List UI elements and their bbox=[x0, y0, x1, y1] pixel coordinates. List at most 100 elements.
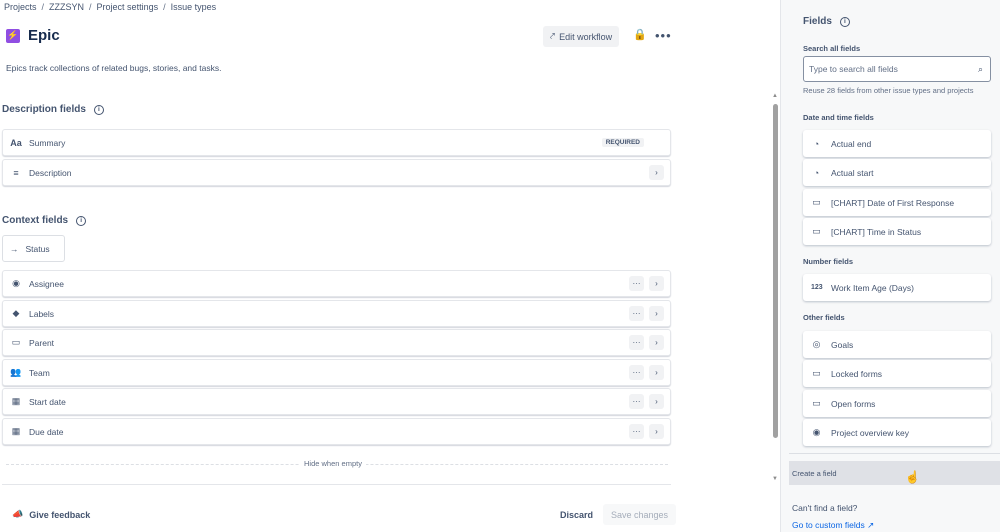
person-icon: ◉ bbox=[12, 278, 20, 288]
more-icon[interactable]: ··· bbox=[629, 276, 644, 291]
more-actions-icon[interactable]: ••• bbox=[655, 28, 672, 43]
panel-field-work-item-age[interactable]: 123 Work Item Age (Days) bbox=[803, 274, 991, 301]
field-row-assignee[interactable]: ◉ Assignee ··· › bbox=[2, 270, 671, 297]
search-icon: ⌕ bbox=[977, 64, 983, 74]
field-row-start-date[interactable]: ▦ Start date ··· › bbox=[2, 388, 671, 415]
discard-button[interactable]: Discard bbox=[560, 510, 593, 520]
reuse-hint: Reuse 28 fields from other issue types a… bbox=[803, 86, 974, 95]
more-icon[interactable]: ··· bbox=[629, 424, 644, 439]
more-icon[interactable]: ··· bbox=[629, 335, 644, 350]
field-icon: ▭ bbox=[11, 337, 21, 347]
page-title: Epic bbox=[28, 27, 60, 44]
panel-field-label: Locked forms bbox=[831, 368, 883, 379]
edit-workflow-button[interactable]: ⤤ Edit workflow bbox=[543, 26, 620, 47]
field-row-description[interactable]: ≡ Description › bbox=[2, 159, 671, 186]
breadcrumb-projects[interactable]: Projects bbox=[4, 2, 37, 12]
epic-lightning-icon: ⚡ bbox=[6, 28, 20, 43]
panel-field-label: Goals bbox=[831, 339, 854, 350]
give-feedback-button[interactable]: 📣 Give feedback bbox=[12, 509, 90, 520]
calendar-icon: ▦ bbox=[11, 396, 21, 406]
field-row-due-date[interactable]: ▦ Due date ··· › bbox=[2, 418, 671, 445]
more-icon[interactable]: ··· bbox=[629, 306, 644, 321]
panel-field-open-forms[interactable]: ▭ Open forms bbox=[803, 390, 991, 417]
field-row-summary[interactable]: Aa Summary REQUIRED bbox=[2, 129, 671, 156]
panel-field-chart-date-first-response[interactable]: ▭ [CHART] Date of First Response bbox=[803, 189, 991, 216]
megaphone-icon: 📣 bbox=[12, 509, 24, 519]
status-label: Status bbox=[25, 243, 50, 254]
calendar-icon: ▦ bbox=[11, 426, 21, 436]
fields-panel: Fields i Search all fields Type to searc… bbox=[780, 0, 1000, 532]
clock-icon: ◔ bbox=[813, 138, 820, 149]
breadcrumb-separator: / bbox=[41, 2, 45, 12]
panel-field-label: Open forms bbox=[831, 398, 876, 409]
lock-icon[interactable]: 🔒 bbox=[633, 28, 647, 44]
main-content: Projects / ZZZSYN / Project settings / I… bbox=[0, 0, 780, 532]
tag-icon: ◆ bbox=[12, 308, 20, 318]
field-label: Summary bbox=[29, 137, 66, 148]
field-row-labels[interactable]: ◆ Labels ··· › bbox=[2, 300, 671, 327]
breadcrumb-project[interactable]: ZZZSYN bbox=[49, 2, 84, 12]
panel-field-label: Actual start bbox=[831, 167, 874, 178]
group-label-date-time: Date and time fields bbox=[803, 113, 874, 122]
chevron-right-icon[interactable]: › bbox=[649, 276, 664, 291]
panel-field-actual-start[interactable]: ◔ Actual start bbox=[803, 159, 991, 186]
more-icon[interactable]: ··· bbox=[629, 394, 644, 409]
panel-field-label: Actual end bbox=[831, 138, 872, 149]
panel-field-project-overview-key[interactable]: ◉ Project overview key bbox=[803, 419, 991, 446]
chevron-right-icon[interactable]: › bbox=[649, 306, 664, 321]
panel-field-actual-end[interactable]: ◔ Actual end bbox=[803, 130, 991, 157]
description-icon: ≡ bbox=[13, 167, 19, 178]
context-fields-label: Context fields bbox=[2, 215, 69, 226]
chevron-right-icon[interactable]: › bbox=[649, 165, 664, 180]
scroll-down-icon[interactable]: ▼ bbox=[772, 476, 778, 482]
panel-field-label: [CHART] Time in Status bbox=[831, 226, 922, 237]
external-link-icon: ↗ bbox=[867, 520, 875, 530]
project-key-icon: ◉ bbox=[812, 427, 821, 437]
panel-field-locked-forms[interactable]: ▭ Locked forms bbox=[803, 360, 991, 387]
field-icon: ▭ bbox=[812, 197, 821, 207]
fields-panel-title: Fields i bbox=[803, 16, 850, 27]
panel-field-goals[interactable]: ◎ Goals bbox=[803, 331, 991, 358]
number-icon: 123 bbox=[811, 284, 823, 291]
required-badge: REQUIRED bbox=[601, 138, 644, 147]
info-icon[interactable]: i bbox=[76, 215, 87, 226]
info-icon[interactable]: i bbox=[93, 104, 104, 115]
clock-icon: ◔ bbox=[813, 167, 820, 178]
field-row-team[interactable]: 👥 Team ··· › bbox=[2, 359, 671, 386]
panel-divider bbox=[789, 453, 1000, 454]
chevron-right-icon[interactable]: › bbox=[649, 365, 664, 380]
field-row-parent[interactable]: ▭ Parent ··· › bbox=[2, 329, 671, 356]
group-label-number: Number fields bbox=[803, 257, 854, 266]
more-icon[interactable]: ··· bbox=[629, 365, 644, 380]
field-label: Labels bbox=[29, 308, 55, 319]
panel-field-chart-time-in-status[interactable]: ▭ [CHART] Time in Status bbox=[803, 218, 991, 245]
hand-cursor-icon: ☝ bbox=[905, 470, 920, 484]
breadcrumb-project-settings[interactable]: Project settings bbox=[97, 2, 159, 12]
cant-find-text: Can't find a field? bbox=[792, 503, 858, 513]
field-label: Team bbox=[29, 367, 50, 378]
create-field-button[interactable]: Create a field bbox=[789, 461, 1000, 485]
scrollbar-thumb[interactable] bbox=[773, 104, 778, 438]
search-input[interactable]: Type to search all fields ⌕ bbox=[803, 56, 991, 82]
chevron-right-icon[interactable]: › bbox=[649, 424, 664, 439]
custom-fields-link[interactable]: Go to custom fields ↗ bbox=[792, 520, 874, 531]
field-label: Due date bbox=[29, 426, 64, 437]
info-icon[interactable]: i bbox=[839, 16, 850, 27]
field-icon: ▭ bbox=[812, 398, 821, 408]
chevron-right-icon[interactable]: › bbox=[649, 394, 664, 409]
status-chip[interactable]: → Status bbox=[2, 235, 65, 262]
context-fields-heading: Context fields i bbox=[2, 215, 87, 226]
page-description: Epics track collections of related bugs,… bbox=[6, 63, 222, 73]
field-label: Assignee bbox=[29, 278, 64, 289]
fields-title: Fields bbox=[803, 16, 832, 27]
breadcrumb-separator: / bbox=[89, 2, 92, 12]
breadcrumb-issue-types[interactable]: Issue types bbox=[171, 2, 217, 12]
hidden-fields-dropzone bbox=[2, 484, 671, 485]
field-label: Start date bbox=[29, 396, 66, 407]
save-changes-button[interactable]: Save changes bbox=[603, 504, 676, 525]
panel-field-label: Work Item Age (Days) bbox=[831, 282, 914, 293]
chevron-right-icon[interactable]: › bbox=[649, 335, 664, 350]
search-placeholder: Type to search all fields bbox=[809, 64, 898, 74]
breadcrumb-separator: / bbox=[163, 2, 166, 12]
scroll-up-icon[interactable]: ▲ bbox=[772, 93, 778, 99]
